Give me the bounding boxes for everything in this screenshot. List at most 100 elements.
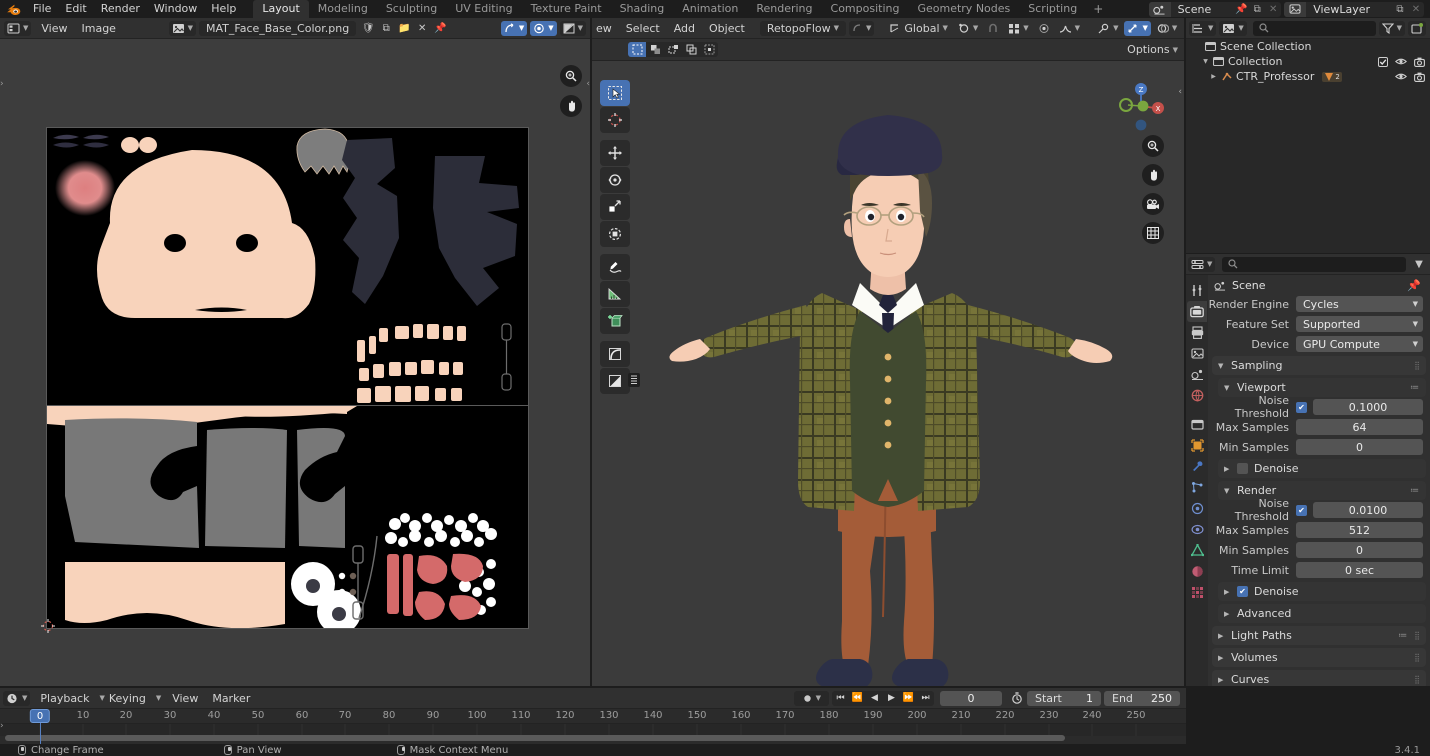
advanced-panel-header[interactable]: ▶ Advanced (1218, 604, 1426, 623)
pan-icon[interactable] (560, 95, 582, 117)
uv-toolbar-toggle[interactable]: › (0, 79, 4, 89)
transform-orientation-selector[interactable]: Global ▼ (885, 21, 951, 36)
menu-file[interactable]: File (26, 0, 58, 18)
retopoflow-mode-selector[interactable]: ▼ (849, 20, 875, 36)
blender-logo-icon[interactable] (0, 0, 26, 18)
camera-icon[interactable] (1414, 72, 1425, 82)
viewport-noise-threshold-field[interactable]: 0.1000 (1313, 399, 1423, 415)
timeline-menu-playback[interactable]: Playback (33, 688, 96, 709)
pin-icon[interactable]: 📌 (1233, 2, 1249, 17)
viewport-denoise-panel-header[interactable]: ▶ Denoise (1218, 459, 1426, 478)
pin-icon[interactable]: 📌 (1407, 279, 1421, 292)
outliner-filter-button[interactable]: ▼ (1378, 20, 1405, 36)
play-reverse-button[interactable]: ◀ (866, 690, 883, 706)
frame-start-field[interactable]: Start 1 (1027, 690, 1101, 706)
workspace-tab-modeling[interactable]: Modeling (309, 0, 377, 18)
play-button[interactable]: ▶ (883, 690, 900, 706)
drag-grip-icon[interactable]: ⣿ (1414, 361, 1420, 370)
timeline-channels-toggle[interactable]: › (0, 721, 4, 731)
workspace-tab-texture-paint[interactable]: Texture Paint (522, 0, 611, 18)
render-noise-threshold-checkbox[interactable]: ✔ (1296, 504, 1307, 516)
visibility-selector[interactable]: ▼ (1094, 21, 1121, 36)
gizmo-toggle[interactable]: ▼ (1124, 20, 1151, 36)
viewport-denoise-checkbox[interactable] (1237, 463, 1248, 474)
image-display-mode[interactable]: ▼ (559, 20, 587, 36)
viewport-canvas[interactable]: Z X ‹ (592, 61, 1184, 686)
snap-magnet-toggle[interactable] (984, 21, 1002, 36)
sampling-panel-header[interactable]: ▼ Sampling ⣿ (1212, 356, 1426, 375)
device-dropdown[interactable]: GPU Compute ▼ (1296, 336, 1423, 352)
uv-2d-cursor-icon[interactable] (41, 619, 55, 633)
select-circle-icon[interactable] (682, 42, 700, 57)
viewport-menu-view[interactable]: ew (594, 18, 619, 39)
properties-options-chevron-icon[interactable]: ▼ (1410, 257, 1428, 272)
eye-icon[interactable] (1395, 72, 1407, 81)
proportional-falloff-selector[interactable]: ▼ (1056, 21, 1083, 36)
prev-keyframe-button[interactable]: ⏪ (849, 690, 866, 706)
outliner-tree[interactable]: Scene Collection ▼ Collection ▶ CTR_Prof… (1186, 39, 1430, 253)
uv-sidebar-toggle[interactable]: ‹ (586, 79, 590, 89)
ortho-grid-icon[interactable] (1142, 222, 1164, 244)
eye-icon[interactable] (1395, 57, 1407, 66)
render-min-samples-field[interactable]: 0 (1296, 542, 1423, 558)
workspace-tab-animation[interactable]: Animation (673, 0, 747, 18)
disclosure-icon[interactable]: ▶ (1208, 73, 1219, 80)
world-tab[interactable] (1187, 385, 1207, 406)
workspace-tab-sculpting[interactable]: Sculpting (377, 0, 446, 18)
drag-grip-icon[interactable]: ⣿ (1414, 653, 1420, 662)
editor-type-selector[interactable]: ▼ (1189, 20, 1217, 36)
keying-set-selector[interactable]: ▼ (793, 690, 829, 706)
editor-type-selector[interactable]: ▼ (4, 20, 32, 36)
view-layer-selector[interactable]: ViewLayer ⧉ ✕ (1284, 1, 1424, 17)
timeline-menu-view[interactable]: View (165, 688, 205, 709)
camera-icon[interactable] (1414, 57, 1425, 67)
timeline-ruler[interactable]: 0 10 20 30 40 50 60 70 80 90 100 110 120… (0, 709, 1186, 724)
viewport-sidebar-toggle[interactable]: ‹ (1178, 87, 1182, 97)
menu-render[interactable]: Render (94, 0, 147, 18)
unlink-image-icon[interactable]: ✕ (413, 21, 431, 36)
curves-panel-header[interactable]: ▶ Curves ⣿ (1212, 670, 1426, 686)
select-mode-group[interactable] (628, 42, 718, 57)
checkbox-icon[interactable] (1378, 56, 1388, 67)
pan-icon[interactable] (1142, 164, 1164, 186)
view-layer-tab[interactable] (1187, 343, 1207, 364)
snap-toggle[interactable]: ▼ (500, 20, 528, 36)
retopoflow-button[interactable]: RetopoFlow ▼ (759, 20, 847, 36)
workspace-tab-rendering[interactable]: Rendering (747, 0, 821, 18)
workspace-tab-layout[interactable]: Layout (253, 0, 309, 18)
outliner-new-collection-button[interactable] (1408, 20, 1426, 36)
menu-window[interactable]: Window (147, 0, 204, 18)
properties-content[interactable]: Scene 📌 Render Engine Cycles ▼ Feature S… (1208, 275, 1430, 686)
new-image-icon[interactable]: ⧉ (377, 21, 395, 36)
workspace-tab-shading[interactable]: Shading (611, 0, 674, 18)
physics-tab[interactable] (1187, 498, 1207, 519)
playhead-frame-indicator[interactable]: 0 (29, 709, 51, 723)
outliner-row-ctr-professor[interactable]: ▶ CTR_Professor 2 (1186, 69, 1430, 84)
presets-list-icon[interactable]: ≔ (1410, 383, 1420, 393)
viewport-menu-select[interactable]: Select (619, 18, 667, 39)
zoom-icon[interactable] (1142, 135, 1164, 157)
delete-view-layer-icon[interactable]: ✕ (1408, 2, 1424, 17)
render-time-limit-field[interactable]: 0 sec (1296, 562, 1423, 578)
drag-grip-icon[interactable]: ⣿ (1414, 631, 1420, 640)
drag-grip-icon[interactable]: ⣿ (1414, 675, 1420, 684)
proportional-editing-toggle[interactable] (1035, 21, 1053, 36)
render-denoise-panel-header[interactable]: ▶ ✔ Denoise (1218, 582, 1426, 601)
render-noise-threshold-field[interactable]: 0.0100 (1313, 502, 1423, 518)
snap-target-selector[interactable]: ▼ (1005, 21, 1031, 36)
tool-tab[interactable] (1187, 280, 1207, 301)
snap-to-selector[interactable]: ▼ (955, 21, 981, 36)
timeline-menu-marker[interactable]: Marker (205, 688, 257, 709)
modifier-tab[interactable] (1187, 456, 1207, 477)
add-workspace-button[interactable]: + (1086, 0, 1110, 18)
material-tab[interactable] (1187, 561, 1207, 582)
open-image-icon[interactable]: 📁 (395, 21, 413, 36)
current-frame-field[interactable]: 0 (940, 690, 1002, 706)
auto-keying-icon[interactable] (1007, 691, 1027, 706)
feature-set-dropdown[interactable]: Supported ▼ (1296, 316, 1423, 332)
navigation-gizmo[interactable]: Z X (1114, 79, 1168, 133)
delete-scene-icon[interactable]: ✕ (1265, 2, 1281, 17)
viewport-menu-add[interactable]: Add (667, 18, 702, 39)
viewport-menu-object[interactable]: Object (702, 18, 752, 39)
scene-tab[interactable] (1187, 364, 1207, 385)
